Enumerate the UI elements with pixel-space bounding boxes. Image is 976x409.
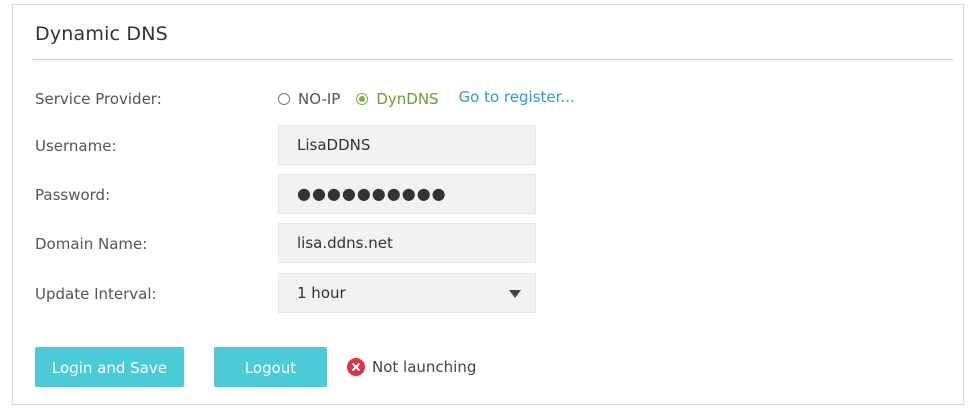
password-input[interactable]: ●●●●●●●●●● [278,174,536,214]
close-circle-icon [347,358,365,376]
service-provider-label: Service Provider: [35,90,162,108]
radio-label-dyndns: DynDNS [376,90,439,108]
domain-name-label: Domain Name: [35,235,148,253]
update-interval-select[interactable]: 1 hour [278,273,536,313]
radio-option-no-ip[interactable]: NO-IP [278,90,340,108]
password-row: Password: ●●●●●●●●●● [13,174,963,216]
update-interval-row: Update Interval: 1 hour [13,273,963,315]
radio-option-dyndns[interactable]: DynDNS [356,90,439,108]
update-interval-label: Update Interval: [35,285,157,303]
radio-checked-icon [356,93,369,105]
service-provider-row: Service Provider: NO-IP DynDNS Go to reg… [13,78,963,120]
radio-label-no-ip: NO-IP [298,90,341,108]
login-and-save-button[interactable]: Login and Save [35,347,184,387]
dynamic-dns-panel: Dynamic DNS Service Provider: NO-IP DynD… [12,4,964,405]
logout-button[interactable]: Logout [214,347,327,387]
title-divider [33,59,953,60]
panel-title: Dynamic DNS [35,23,168,45]
caret-down-icon [509,290,521,298]
update-interval-value: 1 hour [297,284,346,302]
radio-dot [359,96,366,102]
domain-name-input[interactable]: lisa.ddns.net [278,223,536,263]
username-row: Username: LisaDDNS [13,125,963,167]
service-provider-radio-group: NO-IP DynDNS Go to register... [278,78,575,120]
status-indicator: Not launching [347,347,476,387]
username-input[interactable]: LisaDDNS [278,125,536,165]
radio-unchecked-icon [278,93,290,105]
password-label: Password: [35,186,111,204]
domain-name-row: Domain Name: lisa.ddns.net [13,223,963,265]
go-to-register-link[interactable]: Go to register... [459,88,575,106]
status-text: Not launching [372,358,477,376]
username-label: Username: [35,137,117,155]
